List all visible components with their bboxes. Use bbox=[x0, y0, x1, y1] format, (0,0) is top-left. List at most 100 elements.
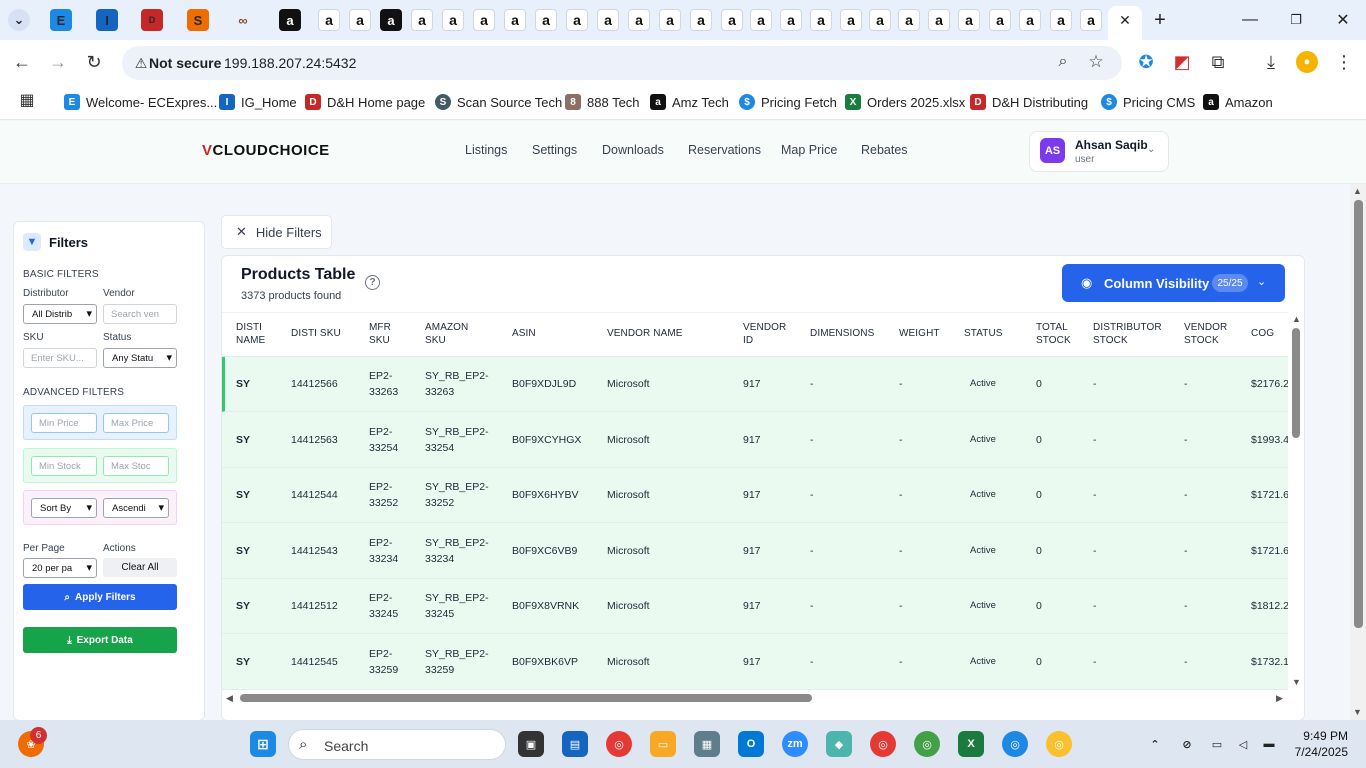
export-data-button[interactable]: ⤓ Export Data bbox=[23, 627, 177, 653]
scroll-left-icon[interactable]: ◀ bbox=[226, 693, 233, 704]
nav-settings[interactable]: Settings bbox=[532, 143, 577, 157]
page-scroll-up-icon[interactable]: ▲ bbox=[1353, 186, 1362, 196]
bookmark-scan-source[interactable]: S Scan Source Tech bbox=[435, 92, 562, 112]
chrome-icon[interactable]: ◎ bbox=[914, 731, 940, 757]
column-header[interactable]: VENDOR NAME bbox=[607, 327, 683, 340]
column-header[interactable]: DISTI SKU bbox=[291, 327, 341, 340]
avatar[interactable]: AS bbox=[1040, 138, 1065, 163]
tab-amazon-icon[interactable]: a bbox=[411, 9, 433, 31]
cloudchoice-logo[interactable]: VCLOUDCHOICE bbox=[202, 142, 330, 159]
taskbar-search[interactable]: ⌕ Search bbox=[288, 729, 506, 760]
tab-amazon-icon[interactable]: a bbox=[958, 9, 980, 31]
tab-amazon-icon[interactable]: a bbox=[780, 9, 802, 31]
chrome-icon[interactable]: ◎ bbox=[1002, 731, 1028, 757]
maximize-icon[interactable]: ❐ bbox=[1284, 8, 1308, 32]
column-header[interactable]: VENDOR STOCK bbox=[1184, 321, 1227, 347]
column-header[interactable]: TOTAL STOCK bbox=[1036, 321, 1071, 347]
minimize-icon[interactable]: — bbox=[1238, 8, 1262, 32]
tab-amazon-icon[interactable]: a bbox=[566, 9, 588, 31]
min-stock-input[interactable]: Min Stock bbox=[31, 456, 97, 476]
hide-filters-button[interactable]: ✕ Hide Filters bbox=[221, 215, 332, 249]
tray-chevron-icon[interactable]: ⌃ bbox=[1142, 731, 1168, 757]
apps-grid-icon[interactable]: ▦ bbox=[16, 89, 38, 111]
bookmark-orders-xlsx[interactable]: X Orders 2025.xlsx bbox=[845, 92, 965, 112]
close-window-icon[interactable]: ✕ bbox=[1331, 8, 1355, 32]
tab-dh-icon[interactable]: D bbox=[141, 9, 163, 31]
column-header[interactable]: COG bbox=[1251, 327, 1274, 340]
volume-icon[interactable]: ◁ bbox=[1230, 731, 1256, 757]
chrome-icon[interactable]: ◎ bbox=[606, 731, 632, 757]
tab-amazon-icon[interactable]: a bbox=[721, 9, 743, 31]
bookmark-amz-tech[interactable]: a Amz Tech bbox=[650, 92, 729, 112]
file-explorer-icon[interactable]: ▭ bbox=[650, 731, 676, 757]
column-header[interactable]: DIMENSIONS bbox=[810, 327, 874, 340]
table-row[interactable]: SY 14412543 EP2- 33234 SY_RB_EP2- 33234 B0F9XC… bbox=[222, 524, 1288, 579]
zoom-icon[interactable]: ⌕ bbox=[1052, 51, 1074, 73]
windows-start-icon[interactable]: ⊞ bbox=[250, 731, 276, 757]
app-icon[interactable]: ◆ bbox=[826, 731, 852, 757]
tab-amazon-icon[interactable]: a bbox=[349, 9, 371, 31]
display-icon[interactable]: ▭ bbox=[1204, 731, 1230, 757]
tab-scansource-icon[interactable]: S bbox=[187, 9, 209, 31]
column-header[interactable]: DISTRIBUTOR STOCK bbox=[1093, 321, 1162, 347]
tab-amazon-icon[interactable]: a bbox=[1019, 9, 1041, 31]
horizontal-scroll-thumb[interactable] bbox=[240, 694, 812, 702]
tab-amazon-icon[interactable]: a bbox=[1050, 9, 1072, 31]
close-tab-icon[interactable]: ✕ bbox=[1113, 8, 1137, 32]
page-scroll-down-icon[interactable]: ▼ bbox=[1353, 707, 1362, 717]
sort-order-select[interactable]: Ascendi bbox=[103, 498, 169, 518]
page-scroll-thumb[interactable] bbox=[1354, 200, 1363, 628]
scroll-right-icon[interactable]: ▶ bbox=[1276, 693, 1283, 704]
column-header[interactable]: MFR SKU bbox=[369, 321, 391, 347]
apply-filters-button[interactable]: ⌕ Apply Filters bbox=[23, 584, 177, 610]
url-text[interactable]: 199.188.207.24:5432 bbox=[224, 55, 356, 71]
tab-amazon-icon[interactable]: a bbox=[869, 9, 891, 31]
column-header[interactable]: DISTI NAME bbox=[236, 321, 265, 347]
outlook-icon[interactable]: O bbox=[738, 731, 764, 757]
column-header[interactable]: AMAZON SKU bbox=[425, 321, 468, 347]
clock[interactable]: 9:49 PM 7/24/2025 bbox=[1295, 728, 1348, 760]
menu-icon[interactable]: ⋮ bbox=[1333, 51, 1355, 73]
tab-amazon-icon[interactable]: a bbox=[473, 9, 495, 31]
tab-amazon-icon[interactable]: a bbox=[597, 9, 619, 31]
extensions-puzzle-icon[interactable]: ⧉ bbox=[1207, 51, 1229, 73]
tab-amazon-icon[interactable]: a bbox=[928, 9, 950, 31]
extension-icon[interactable]: ✪ bbox=[1135, 51, 1157, 73]
column-header[interactable]: ASIN bbox=[512, 327, 536, 340]
tab-amazon-icon[interactable]: a bbox=[840, 9, 862, 31]
chrome-icon[interactable]: ◎ bbox=[1046, 731, 1072, 757]
battery-icon[interactable]: ▬ bbox=[1256, 731, 1282, 757]
column-visibility-button[interactable]: ◉ Column Visibility 25/25 ⌄ bbox=[1062, 264, 1285, 302]
bookmark-amazon[interactable]: a Amazon bbox=[1203, 92, 1273, 112]
profile-icon[interactable]: ● bbox=[1296, 51, 1318, 73]
tab-ig-icon[interactable]: I bbox=[96, 9, 118, 31]
pdf-extension-icon[interactable]: ◩ bbox=[1171, 51, 1193, 73]
store-icon[interactable]: ▤ bbox=[562, 731, 588, 757]
nav-reservations[interactable]: Reservations bbox=[688, 143, 761, 157]
min-price-input[interactable]: Min Price bbox=[31, 413, 97, 433]
network-icon[interactable]: ⊘ bbox=[1174, 731, 1200, 757]
nav-rebates[interactable]: Rebates bbox=[861, 143, 908, 157]
table-row[interactable]: SY 14412566 EP2- 33263 SY_RB_EP2- 33263 B0F9XD… bbox=[222, 357, 1288, 412]
nav-listings[interactable]: Listings bbox=[465, 143, 507, 157]
bookmark-dh-distributing[interactable]: D D&H Distributing bbox=[970, 92, 1088, 112]
tab-amazon-icon[interactable]: a bbox=[380, 9, 402, 31]
table-row[interactable]: SY 14412563 EP2- 33254 SY_RB_EP2- 33254 B0F9XC… bbox=[222, 413, 1288, 468]
status-select[interactable]: Any Statu bbox=[103, 348, 177, 368]
column-header[interactable]: WEIGHT bbox=[899, 327, 940, 340]
tab-amazon-icon[interactable]: a bbox=[535, 9, 557, 31]
forward-icon[interactable]: → bbox=[47, 51, 69, 73]
bookmark-ecexpress[interactable]: E Welcome- ECExpres... bbox=[64, 92, 217, 112]
new-tab-icon[interactable]: + bbox=[1148, 8, 1172, 32]
table-row[interactable]: SY 14412545 EP2- 33259 SY_RB_EP2- 33259 B0F9XB… bbox=[222, 635, 1288, 690]
bookmark-pricing-fetch[interactable]: $ Pricing Fetch bbox=[739, 92, 837, 112]
tab-amazon-icon[interactable]: a bbox=[442, 9, 464, 31]
tab-amazon-icon[interactable]: a bbox=[690, 9, 712, 31]
calculator-icon[interactable]: ▦ bbox=[694, 731, 720, 757]
tab-amazon-icon[interactable]: a bbox=[898, 9, 920, 31]
tab-amazon-icon[interactable]: a bbox=[628, 9, 650, 31]
tab-amazon-icon[interactable]: a bbox=[989, 9, 1011, 31]
per-page-select[interactable]: 20 per pa bbox=[23, 558, 97, 578]
chevron-down-icon[interactable]: ⌄ bbox=[1147, 144, 1155, 155]
vendor-search-input[interactable]: Search ven bbox=[103, 304, 177, 324]
